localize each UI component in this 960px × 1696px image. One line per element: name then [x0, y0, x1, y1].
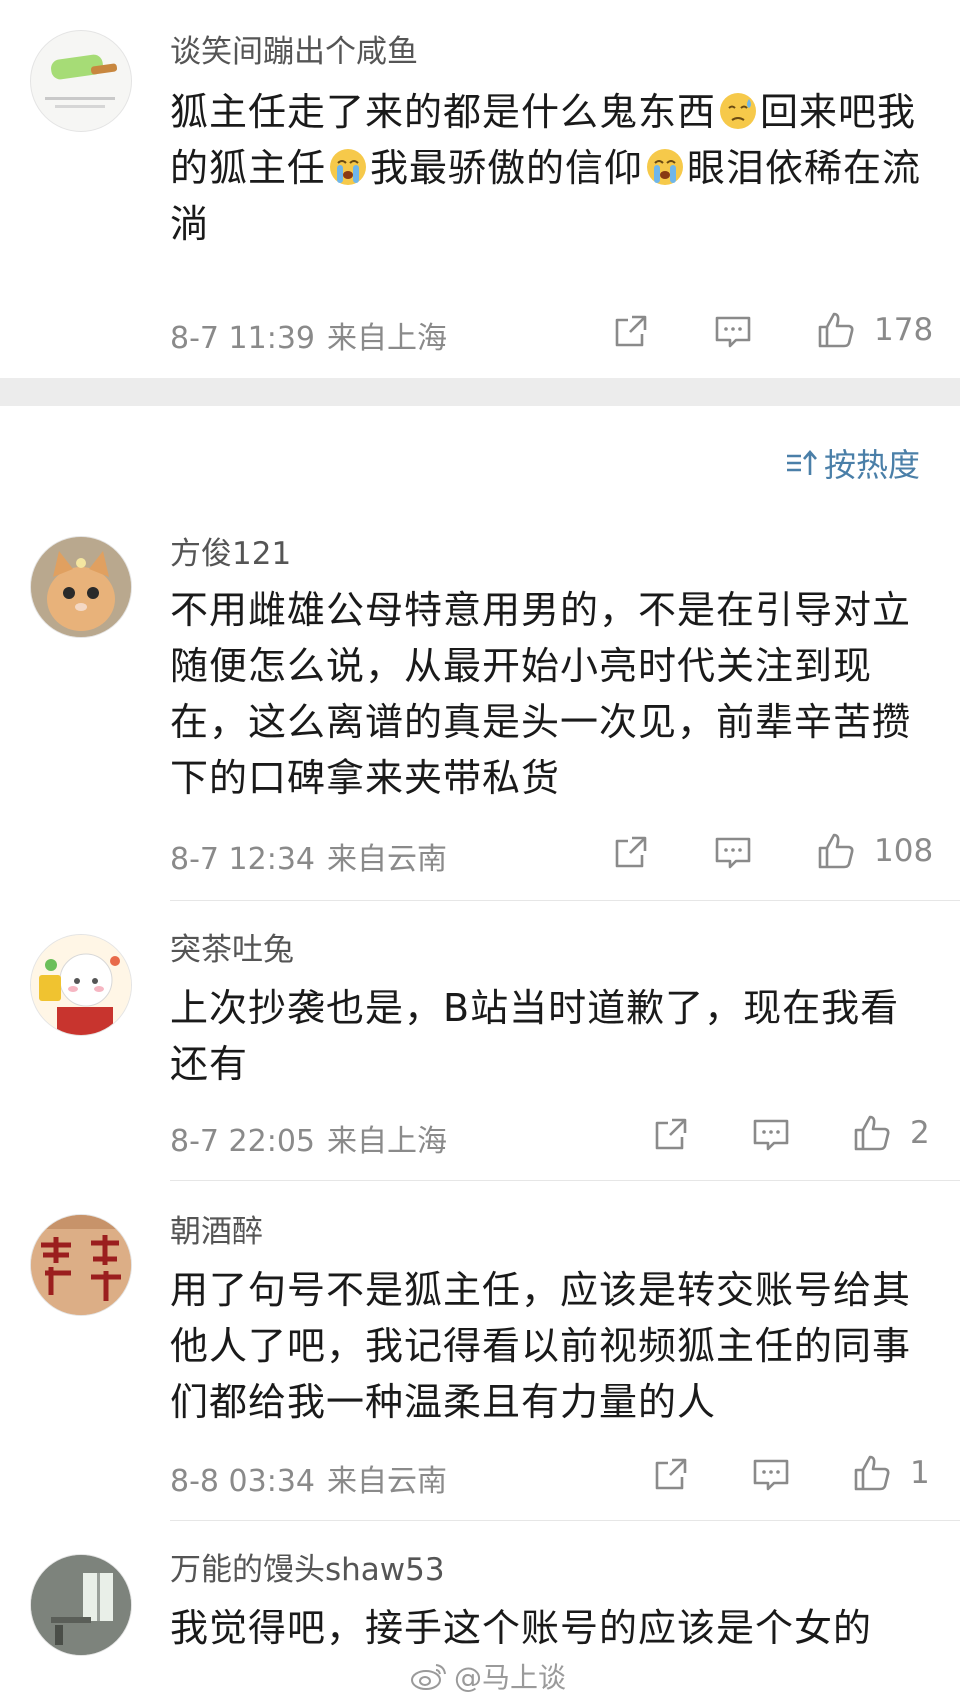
like-button[interactable]: 178 [816, 310, 933, 350]
comment-divider [170, 1180, 960, 1181]
like-count: 108 [874, 833, 934, 869]
comment-text: 用了句号不是狐主任，应该是转交账号给其他人了吧，我记得看以前视频狐主任的同事们都… [170, 1268, 912, 1424]
section-divider [0, 378, 960, 406]
share-icon [655, 1118, 687, 1150]
like-button[interactable]: 1 [852, 1453, 930, 1493]
thumbs-up-icon [818, 312, 854, 348]
thumbs-up-icon [854, 1115, 890, 1151]
sort-label: 按热度 [823, 446, 920, 484]
comment-meta: 8-7 12:34 来自云南 [170, 834, 447, 878]
comment-divider [170, 900, 960, 901]
like-count: 2 [910, 1115, 930, 1151]
share-icon [615, 836, 647, 868]
calligraphy-avatar-icon [31, 1215, 131, 1315]
comment-button[interactable] [752, 1457, 790, 1493]
share-button[interactable] [612, 312, 650, 350]
comment-button[interactable] [752, 1117, 790, 1153]
anime-avatar-icon [31, 935, 131, 1035]
username[interactable]: 突茶吐兔 [170, 932, 294, 969]
avatar[interactable] [30, 934, 132, 1036]
comment-icon [753, 1119, 789, 1151]
like-count: 1 [910, 1455, 930, 1491]
comment-text: 狐主任走了来的都是什么鬼东西 回来吧我的狐主任 我最骄傲的信仰 眼泪依稀在流淌 [170, 84, 930, 252]
comment-location: 来自上海 [327, 321, 447, 356]
comment-icon [753, 1459, 789, 1491]
window-avatar-icon [31, 1555, 131, 1655]
comment-meta: 8-7 11:39 来自上海 [170, 313, 447, 357]
comment-text: 不用雌雄公母特意用男的，不是在引导对立随便怎么说，从最开始小亮时代关注到现在，这… [170, 588, 912, 800]
comment-button[interactable] [714, 835, 752, 871]
comment-time: 8-7 22:05 [170, 1124, 315, 1159]
comment-text-part: 我最骄傲的信仰 [370, 146, 644, 190]
share-button[interactable] [652, 1115, 690, 1153]
username[interactable]: 朝酒醉 [170, 1214, 263, 1251]
comment-text: 上次抄袭也是，B站当时道歉了，现在我看还有 [170, 986, 900, 1086]
sort-hot-button[interactable]: 按热度 [784, 440, 920, 486]
avatar[interactable] [30, 536, 132, 638]
like-button[interactable]: 108 [816, 831, 933, 871]
share-button[interactable] [612, 833, 650, 871]
username[interactable]: 万能的馒头shaw53 [170, 1552, 445, 1589]
comment-icon [715, 837, 751, 869]
comment-meta: 8-7 22:05 来自上海 [170, 1116, 447, 1160]
comment-icon [715, 316, 751, 348]
share-icon [655, 1458, 687, 1490]
comment-meta: 8-8 03:34 来自云南 [170, 1456, 447, 1500]
comment-text-part: 狐主任走了来的都是什么鬼东西 [170, 90, 717, 134]
comment-divider [170, 1520, 960, 1521]
avatar[interactable] [30, 30, 132, 132]
thumbs-up-icon [818, 833, 854, 869]
comment-location: 来自云南 [327, 1464, 447, 1499]
like-count: 178 [874, 312, 934, 348]
comment-time: 8-7 12:34 [170, 842, 315, 877]
comment-location: 来自上海 [327, 1124, 447, 1159]
watermark: @马上谈 [410, 1656, 566, 1696]
sweat-face-emoji [720, 93, 757, 129]
avatar[interactable] [30, 1214, 132, 1316]
comment-location: 来自云南 [327, 842, 447, 877]
popsicle-avatar-icon [45, 54, 118, 108]
share-button[interactable] [652, 1455, 690, 1493]
comment-button[interactable] [714, 314, 752, 350]
share-icon [615, 315, 647, 347]
username[interactable]: 谈笑间蹦出个咸鱼 [170, 34, 418, 71]
comment-card: 谈笑间蹦出个咸鱼 狐主任走了来的都是什么鬼东西 回来吧我的狐主任 我最骄傲的信仰… [0, 0, 960, 378]
thumbs-up-icon [854, 1455, 890, 1491]
comment-time: 8-7 11:39 [170, 321, 315, 356]
like-button[interactable]: 2 [852, 1113, 930, 1153]
crying-face-emoji [330, 149, 367, 185]
crying-face-emoji [647, 149, 684, 185]
username[interactable]: 方俊121 [170, 536, 291, 573]
comment-time: 8-8 03:34 [170, 1464, 315, 1499]
sort-icon [786, 450, 817, 475]
avatar[interactable] [30, 1554, 132, 1656]
weibo-logo-icon [411, 1664, 446, 1690]
cat-avatar-icon [31, 537, 131, 637]
comment-text: 我觉得吧，接手这个账号的应该是个女的 [170, 1606, 873, 1650]
watermark-text: @马上谈 [454, 1661, 567, 1694]
